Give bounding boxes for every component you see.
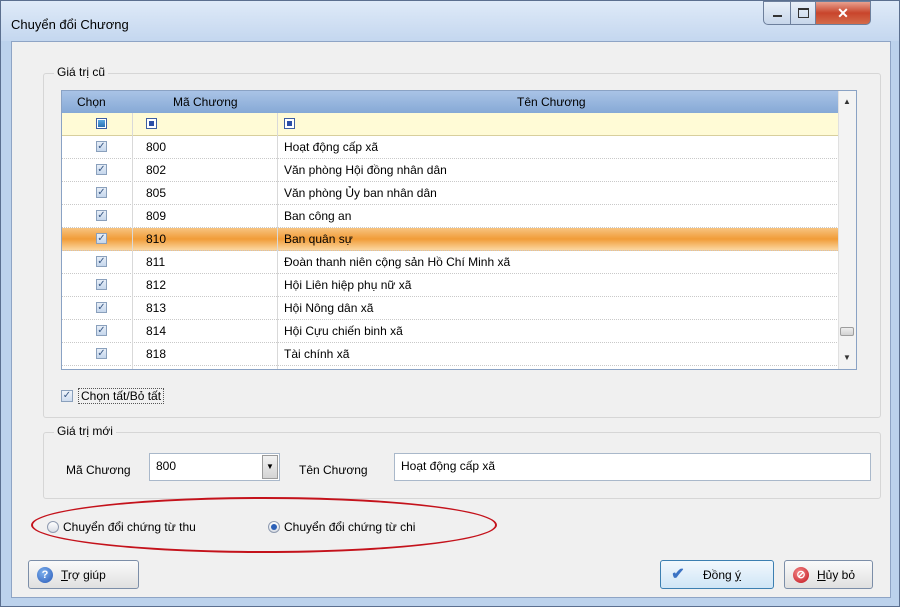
help-button[interactable]: ? Trợ giúp <box>28 560 139 589</box>
maximize-button[interactable] <box>790 1 816 25</box>
minimize-icon <box>772 15 782 17</box>
row-name: Hội Nông dân xã <box>284 301 374 315</box>
row-checkbox[interactable]: ✓ <box>96 210 107 221</box>
row-name: Ban công an <box>284 209 352 223</box>
table-row[interactable]: ✓ 802 Văn phòng Hội đồng nhân dân <box>62 159 841 182</box>
column-header-name[interactable]: Tên Chương <box>517 95 586 109</box>
row-code: 813 <box>146 301 167 315</box>
row-checkbox[interactable]: ✓ <box>96 141 107 152</box>
scroll-thumb[interactable] <box>840 327 854 336</box>
row-code: 802 <box>146 163 167 177</box>
radio-expense-label: Chuyển đổi chứng từ chi <box>284 520 416 534</box>
maximize-icon <box>797 8 809 18</box>
filter-code-icon[interactable] <box>146 118 157 129</box>
table-row[interactable]: ✓ 814 Hội Cựu chiến binh xã <box>62 320 841 343</box>
row-checkbox[interactable]: ✓ <box>96 164 107 175</box>
row-checkbox[interactable]: ✓ <box>96 233 107 244</box>
table-row[interactable]: ✓ 809 Ban công an <box>62 205 841 228</box>
row-code: 812 <box>146 278 167 292</box>
scroll-up-icon[interactable]: ▲ <box>843 97 851 106</box>
new-code-combobox[interactable]: 800 ▼ <box>149 453 280 481</box>
row-code: 811 <box>146 255 166 269</box>
row-code: 810 <box>146 232 167 246</box>
help-button-label: Trợ giúp <box>61 567 106 582</box>
window-title: Chuyển đổi Chương <box>11 17 129 32</box>
select-all-label: Chọn tất/Bỏ tất <box>78 388 165 404</box>
row-name: Hội Cựu chiến binh xã <box>284 324 403 338</box>
ok-button[interactable]: ✔ Đồng ý <box>660 560 774 589</box>
row-checkbox[interactable]: ✓ <box>96 348 107 359</box>
close-button[interactable]: ✕ <box>815 1 871 25</box>
row-checkbox[interactable]: ✓ <box>96 279 107 290</box>
table-row[interactable]: ✓ 810 Ban quân sự <box>62 228 841 251</box>
minimize-button[interactable] <box>763 1 791 25</box>
row-name: Ban quân sự <box>284 232 353 246</box>
new-code-value: 800 <box>156 459 177 473</box>
row-checkbox[interactable]: ✓ <box>96 325 107 336</box>
new-name-value: Hoạt động cấp xã <box>401 459 496 473</box>
row-name: Văn phòng Ủy ban nhân dân <box>284 186 437 200</box>
dialog-body: Giá trị cũ Chọn Mã Chương Tên Chương ✓ 80… <box>11 41 891 598</box>
scroll-down-icon[interactable]: ▼ <box>843 353 851 362</box>
row-code: 800 <box>146 140 167 154</box>
row-name: Văn phòng Hội đồng nhân dân <box>284 163 447 177</box>
checkbox-checked-icon: ✓ <box>61 390 73 402</box>
cancel-button-label: Hủy bỏ <box>817 567 856 582</box>
column-divider <box>132 113 133 369</box>
radio-receipt-label: Chuyển đổi chứng từ thu <box>63 520 196 534</box>
row-code: 809 <box>146 209 167 223</box>
dialog-window: Chuyển đổi Chương ✕ Giá trị cũ Chọn Mã C… <box>0 0 900 607</box>
new-code-label: Mã Chương <box>66 463 131 477</box>
row-name: Đoàn thanh niên cộng sản Hồ Chí Minh xã <box>284 255 511 269</box>
radio-selected-icon <box>268 521 280 533</box>
row-code: 805 <box>146 186 167 200</box>
filter-name-icon[interactable] <box>284 118 295 129</box>
row-checkbox[interactable]: ✓ <box>96 256 107 267</box>
column-header-code[interactable]: Mã Chương <box>173 95 238 109</box>
cancel-button[interactable]: ⊘ Hủy bỏ <box>784 560 873 589</box>
row-code: 814 <box>146 324 167 338</box>
radio-unselected-icon <box>47 521 59 533</box>
cancel-icon: ⊘ <box>793 566 809 583</box>
ok-button-label: Đồng ý <box>703 567 742 582</box>
table-row[interactable]: ✓ 800 Hoạt động cấp xã <box>62 136 841 159</box>
row-checkbox[interactable]: ✓ <box>96 187 107 198</box>
filter-select-icon[interactable] <box>96 118 107 129</box>
radio-receipt[interactable]: Chuyển đổi chứng từ thu <box>47 520 196 534</box>
table-row[interactable]: ✓ 813 Hội Nông dân xã <box>62 297 841 320</box>
row-code: 818 <box>146 347 167 361</box>
new-values-label: Giá trị mới <box>54 424 116 438</box>
new-name-field[interactable]: Hoạt động cấp xã <box>394 453 871 481</box>
chevron-down-icon[interactable]: ▼ <box>262 455 278 479</box>
filter-row[interactable] <box>62 113 841 136</box>
table-row[interactable]: ✓ 812 Hội Liên hiệp phụ nữ xã <box>62 274 841 297</box>
column-divider <box>277 113 278 369</box>
grid-header: Chọn Mã Chương Tên Chương <box>62 91 841 114</box>
select-all-checkbox[interactable]: ✓ Chọn tất/Bỏ tất <box>61 388 165 404</box>
table-row[interactable]: ✓ 811 Đoàn thanh niên cộng sản Hồ Chí Minh… <box>62 251 841 274</box>
row-name: Hội Liên hiệp phụ nữ xã <box>284 278 412 292</box>
row-checkbox[interactable]: ✓ <box>96 302 107 313</box>
table-row[interactable]: ✓ 818 Tài chính xã <box>62 343 841 366</box>
title-bar: Chuyển đổi Chương ✕ <box>1 1 899 41</box>
row-name: Hoạt động cấp xã <box>284 140 379 154</box>
old-values-label: Giá trị cũ <box>54 65 109 79</box>
new-name-label: Tên Chương <box>299 463 368 477</box>
row-name: Tài chính xã <box>284 347 350 361</box>
vertical-scrollbar[interactable]: ▲ ▼ <box>838 91 856 369</box>
chapter-grid[interactable]: Chọn Mã Chương Tên Chương ✓ 800 Hoạt động … <box>61 90 857 370</box>
help-icon: ? <box>37 566 53 583</box>
table-row[interactable]: ✓ 805 Văn phòng Ủy ban nhân dân <box>62 182 841 205</box>
radio-expense[interactable]: Chuyển đổi chứng từ chi <box>268 520 415 534</box>
close-icon: ✕ <box>837 4 849 21</box>
checkmark-icon: ✔ <box>671 565 685 583</box>
column-header-select[interactable]: Chọn <box>77 95 106 109</box>
